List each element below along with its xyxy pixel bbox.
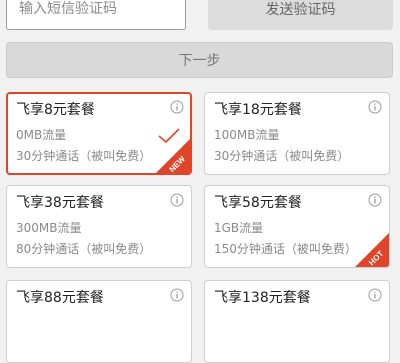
plan-title: 飞享18元套餐: [214, 102, 302, 118]
plan-title: 飞享88元套餐: [16, 290, 104, 306]
plan-card-8[interactable]: 飞享8元套餐 0MB流量 30分钟通话（被叫免费） NEW: [6, 92, 192, 175]
plan-title: 飞享58元套餐: [214, 195, 302, 211]
sms-code-field[interactable]: [6, 0, 186, 30]
info-circle-icon[interactable]: [368, 100, 382, 114]
plan-voice-minutes: 30分钟通话（被叫免费）: [16, 149, 152, 163]
plan-title: 飞享38元套餐: [16, 195, 104, 211]
plan-card-58[interactable]: 飞享58元套餐 1GB流量 150分钟通话（被叫免费） HOT: [204, 185, 390, 268]
plan-data-allowance: 100MB流量: [214, 128, 280, 142]
hot-badge: HOT: [355, 233, 389, 267]
plan-voice-minutes: 80分钟通话（被叫免费）: [16, 242, 152, 256]
plan-data-allowance: 0MB流量: [16, 128, 67, 142]
info-circle-icon[interactable]: [170, 193, 184, 207]
plan-card-138[interactable]: 飞享138元套餐: [204, 280, 390, 363]
send-code-button[interactable]: 发送验证码: [208, 0, 393, 30]
info-circle-icon[interactable]: [368, 193, 382, 207]
plan-card-88[interactable]: 飞享88元套餐: [6, 280, 192, 363]
next-step-button[interactable]: 下一步: [6, 42, 393, 78]
info-circle-icon[interactable]: [170, 100, 184, 114]
plan-title: 飞享138元套餐: [214, 290, 311, 306]
sms-code-input[interactable]: [7, 0, 185, 29]
plan-voice-minutes: 30分钟通话（被叫免费）: [214, 149, 350, 163]
plan-data-allowance: 300MB流量: [16, 221, 82, 235]
new-badge: NEW: [156, 139, 190, 173]
plan-card-38[interactable]: 飞享38元套餐 300MB流量 80分钟通话（被叫免费）: [6, 185, 192, 268]
plan-data-allowance: 1GB流量: [214, 221, 264, 235]
plan-card-18[interactable]: 飞享18元套餐 100MB流量 30分钟通话（被叫免费）: [204, 92, 390, 175]
plan-voice-minutes: 150分钟通话（被叫免费）: [214, 242, 357, 256]
plan-title: 飞享8元套餐: [16, 102, 95, 118]
